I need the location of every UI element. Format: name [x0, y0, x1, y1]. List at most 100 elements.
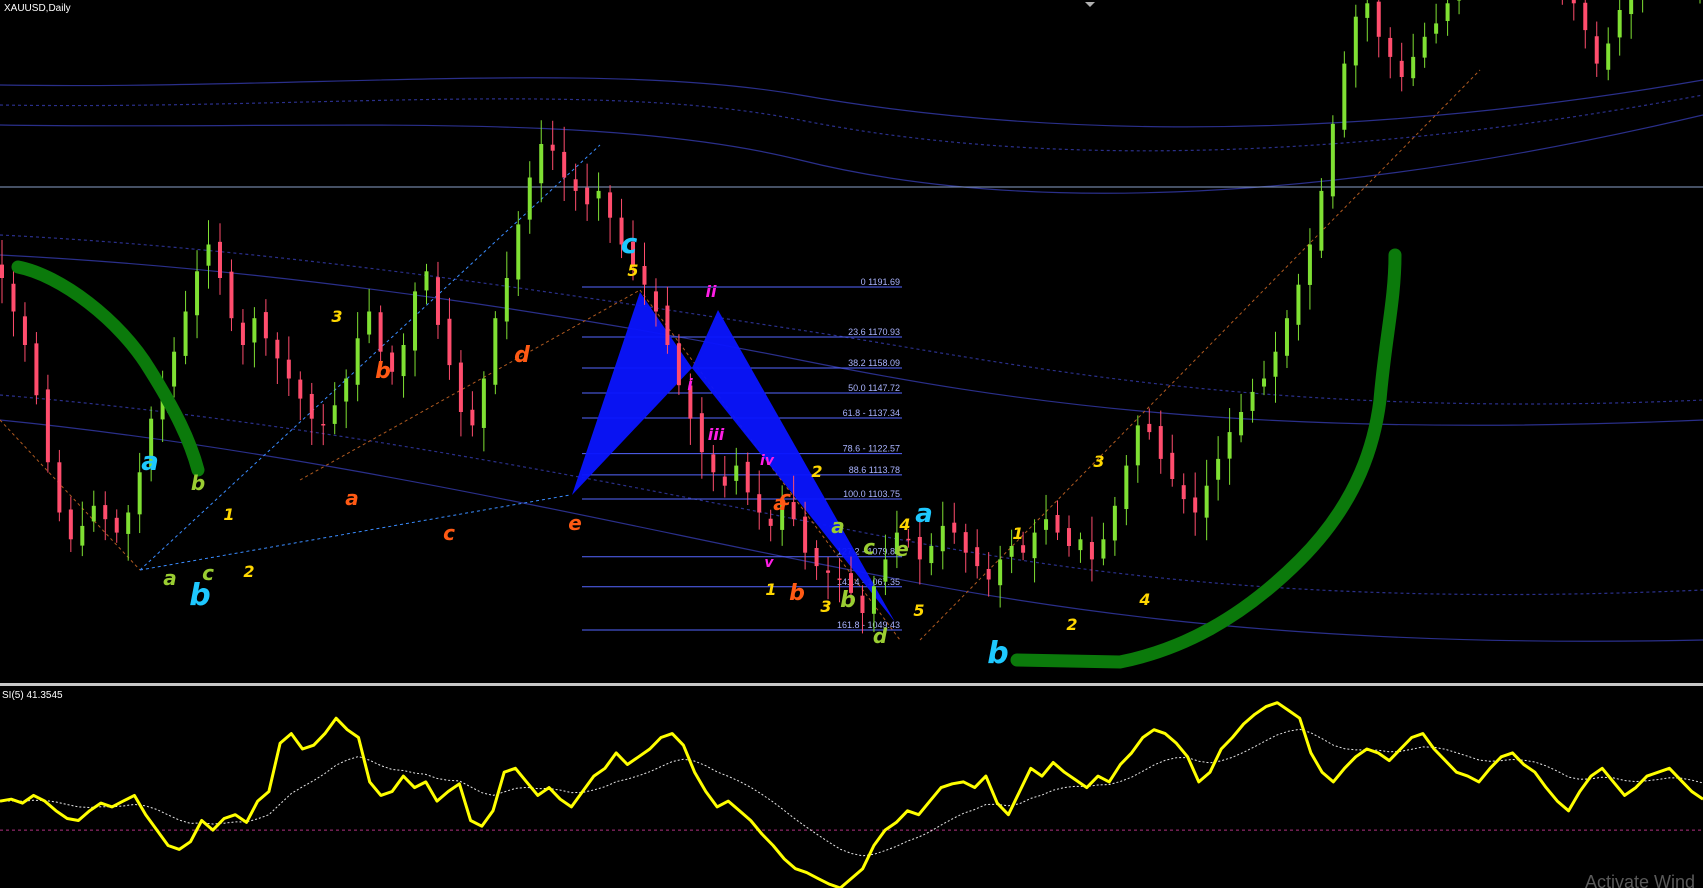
candle-body: [1434, 23, 1439, 34]
candle-body: [470, 409, 475, 426]
wave-label: 3: [820, 597, 831, 616]
wave-label: 1: [1012, 524, 1023, 543]
candle-body: [1262, 378, 1267, 387]
candle-body: [263, 312, 268, 339]
candle-body: [252, 318, 257, 343]
candle-body: [1422, 36, 1427, 58]
chart-canvas[interactable]: 0 1191.69 23.6 1170.93 38.2 1158.09 50.0 11…: [0, 0, 1703, 888]
candle-body: [757, 494, 762, 513]
candle-body: [803, 516, 808, 553]
candle-body: [1044, 519, 1049, 530]
wave-label: iv: [760, 453, 775, 469]
wave-label: 1: [765, 580, 776, 599]
candle-body: [1066, 528, 1071, 546]
candle-body: [126, 512, 131, 534]
candle-body: [103, 505, 108, 520]
wave-label: c: [863, 535, 875, 559]
wave-label: c: [202, 561, 214, 585]
wave-label: 4: [1138, 590, 1150, 609]
candle-body: [837, 578, 842, 580]
candle-body: [929, 546, 934, 564]
candle-body: [413, 291, 418, 351]
candle-body: [539, 144, 544, 184]
wave-label: 2: [243, 562, 254, 581]
candle-body: [1629, 0, 1634, 15]
candle-body: [1594, 36, 1599, 64]
candle-body: [1365, 3, 1370, 18]
candle-body: [1583, 2, 1588, 31]
candle-body: [91, 505, 96, 522]
candle-body: [481, 378, 486, 428]
candle-body: [1135, 425, 1140, 466]
candle-body: [1216, 458, 1221, 480]
candle-body: [1112, 505, 1117, 541]
candle-body: [1078, 539, 1083, 551]
candle-body: [1388, 37, 1393, 57]
candle-body: [1399, 60, 1404, 77]
candle-body: [699, 413, 704, 453]
wave-label: 3: [1093, 452, 1104, 471]
candle-body: [458, 362, 463, 412]
wave-label: 5: [913, 601, 924, 620]
candle-body: [791, 502, 796, 520]
candle-body: [309, 393, 314, 419]
candle-body: [1101, 539, 1106, 559]
wave-label: 5: [627, 261, 638, 280]
candle-body: [11, 283, 16, 312]
candle-body: [1021, 545, 1026, 553]
candle-body: [1193, 497, 1198, 513]
candle: [1330, 115, 1335, 209]
candle-body: [206, 244, 211, 266]
wave-label: a: [345, 486, 359, 510]
candle-body: [998, 559, 1003, 586]
wave-label: c: [779, 486, 791, 510]
candle-body: [550, 144, 555, 151]
candle-body: [871, 586, 876, 614]
candle-body: [229, 271, 234, 319]
wave-label: 4: [898, 515, 910, 534]
candle-body: [172, 351, 177, 387]
candle-body: [504, 278, 509, 322]
candle-body: [0, 264, 4, 278]
candle-body: [240, 322, 245, 345]
wave-label: d: [873, 624, 888, 648]
indicator-label: SI(5) 41.3545: [2, 690, 63, 701]
wave-label: c: [621, 227, 638, 260]
candle: [493, 311, 498, 395]
candle-body: [722, 476, 727, 486]
candle-body: [1376, 1, 1381, 37]
candle-body: [883, 559, 888, 582]
fib-level-label: 78.6 - 1122.57: [843, 444, 900, 454]
candle-body: [1445, 3, 1450, 22]
candle-body: [298, 379, 303, 399]
candle-body: [745, 461, 750, 493]
candle-body: [493, 318, 498, 385]
candle-body: [676, 343, 681, 386]
candle-body: [917, 536, 922, 560]
wave-label: d: [514, 343, 530, 368]
candle-body: [68, 509, 73, 540]
candle-body: [344, 378, 349, 402]
candle-body: [768, 518, 773, 526]
pane-separator[interactable]: [0, 683, 1703, 686]
candle-body: [596, 190, 601, 199]
candle-body: [1147, 423, 1152, 433]
candle-body: [22, 316, 27, 345]
candle-body: [562, 151, 567, 178]
candle-body: [826, 570, 831, 573]
candle-body: [321, 424, 326, 426]
wave-label: v: [764, 555, 774, 571]
wave-label: a: [831, 514, 845, 538]
candle-body: [401, 345, 406, 377]
candle: [45, 374, 50, 473]
candle-body: [940, 525, 945, 552]
candle-body: [1273, 351, 1278, 377]
candle-body: [1330, 123, 1335, 197]
fib-level-label: 23.6 1170.93: [848, 327, 900, 337]
candle-body: [195, 271, 200, 316]
candle-body: [34, 343, 39, 396]
candle-body: [183, 311, 188, 356]
fib-level-label: 0 1191.69: [861, 277, 900, 287]
wave-label: 1: [223, 505, 234, 524]
candle-body: [585, 187, 590, 205]
